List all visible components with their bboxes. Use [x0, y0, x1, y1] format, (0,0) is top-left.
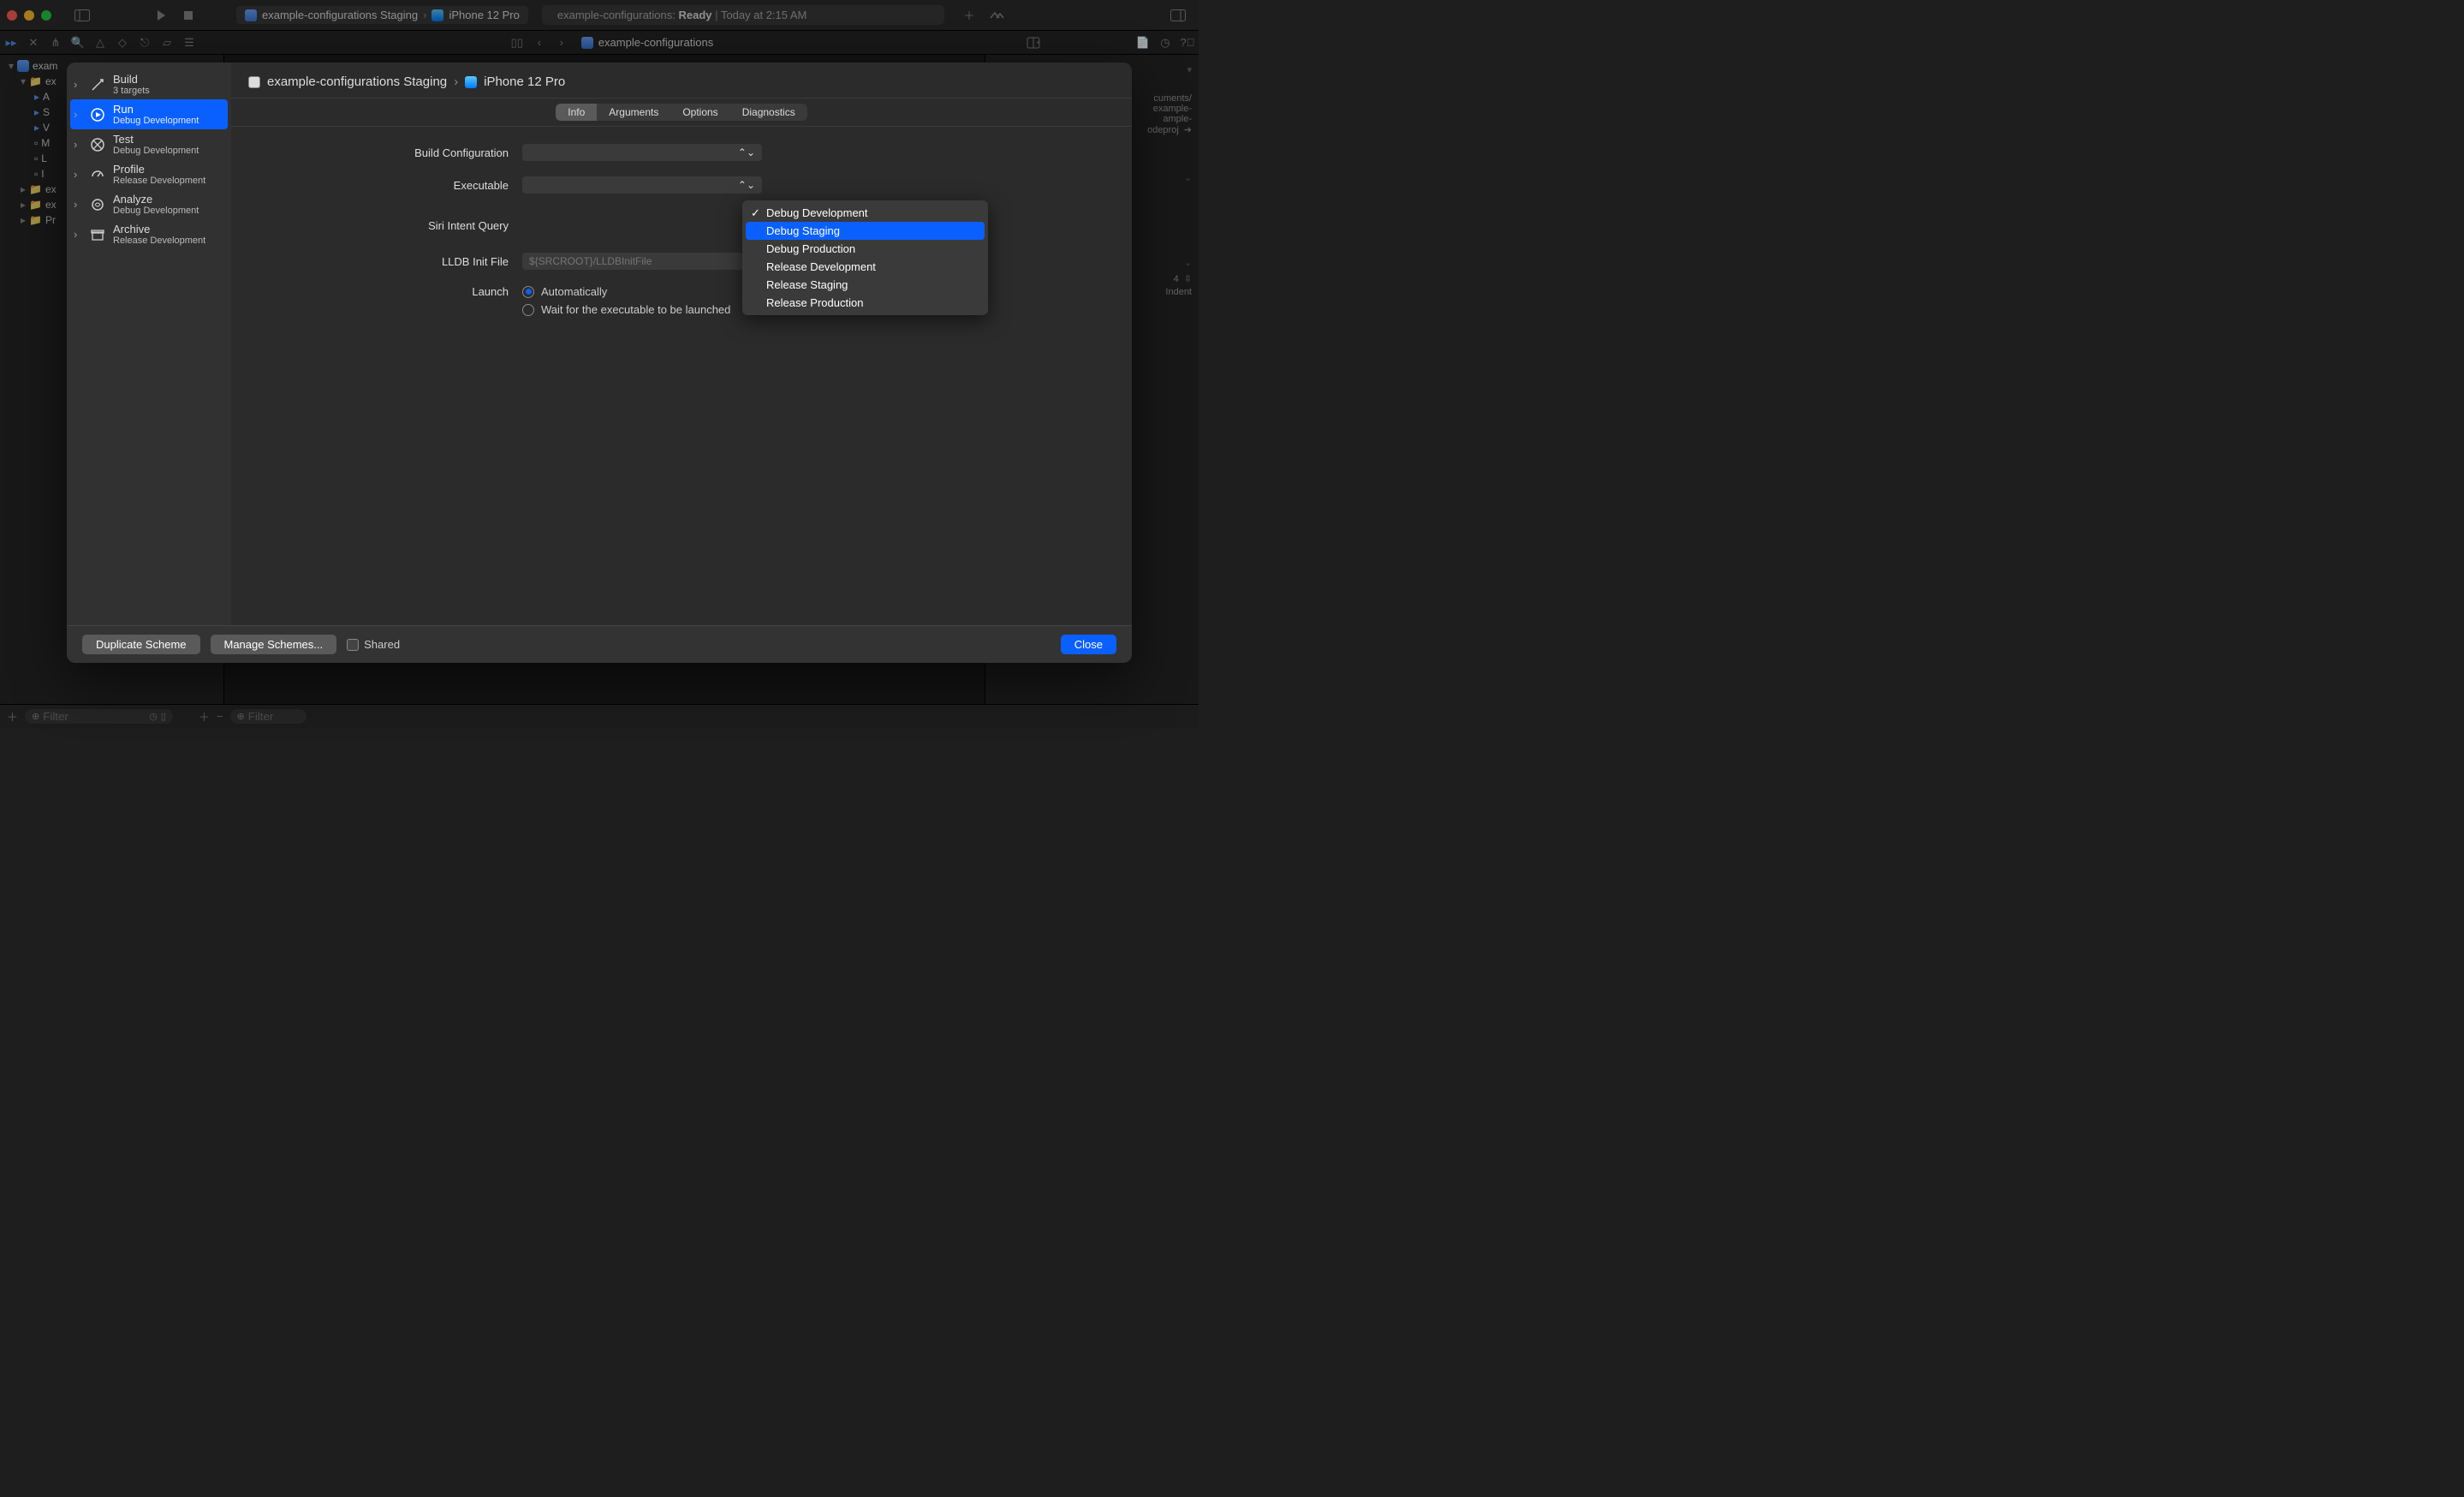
test-icon	[89, 136, 106, 153]
dropdown-item[interactable]: Debug Staging	[746, 222, 985, 240]
build-icon	[89, 76, 106, 93]
tab-info[interactable]: Info	[556, 104, 597, 121]
shared-label: Shared	[364, 638, 400, 651]
action-profile[interactable]: › ProfileRelease Development	[67, 159, 231, 189]
launch-auto-radio[interactable]: Automatically	[522, 285, 730, 298]
dropdown-item[interactable]: Debug Production	[746, 240, 985, 258]
build-config-label: Build Configuration	[265, 146, 522, 159]
lldb-label: LLDB Init File	[265, 255, 522, 268]
chevron-right-icon: ›	[74, 198, 82, 211]
scheme-enable-checkbox[interactable]	[248, 76, 260, 88]
dropdown-item[interactable]: Release Development	[746, 258, 985, 276]
updown-chevron-icon: ⌃⌄	[738, 146, 755, 158]
updown-chevron-icon: ⌃⌄	[738, 179, 755, 191]
chevron-right-icon: ›	[74, 108, 82, 121]
lldb-init-input[interactable]	[522, 253, 743, 270]
tab-diagnostics[interactable]: Diagnostics	[730, 104, 807, 121]
dropdown-item[interactable]: Release Production	[746, 294, 985, 312]
dropdown-item[interactable]: Debug Development	[746, 204, 985, 222]
chevron-right-icon: ›	[74, 168, 82, 181]
scheme-tab-bar: Info Arguments Options Diagnostics	[231, 98, 1132, 127]
scheme-action-list: › Build3 targets › RunDebug Development …	[67, 63, 231, 625]
launch-label: Launch	[265, 285, 522, 298]
build-config-dropdown: Debug Development Debug Staging Debug Pr…	[742, 200, 988, 315]
chevron-right-icon: ›	[74, 228, 82, 241]
archive-icon	[89, 226, 106, 243]
device-icon	[465, 76, 477, 88]
shared-checkbox[interactable]	[347, 639, 359, 651]
scheme-main-panel: example-configurations Staging › iPhone …	[231, 63, 1132, 625]
action-archive[interactable]: › ArchiveRelease Development	[67, 219, 231, 249]
radio-on-icon	[522, 286, 534, 298]
executable-select[interactable]: ⌃⌄	[522, 176, 762, 194]
chevron-right-icon: ›	[74, 78, 82, 91]
launch-wait-label: Wait for the executable to be launched	[541, 303, 730, 316]
tab-options[interactable]: Options	[670, 104, 729, 121]
scheme-form: Build Configuration ⌃⌄ Executable ⌃⌄ Sir…	[231, 127, 1132, 354]
duplicate-scheme-button[interactable]: Duplicate Scheme	[82, 635, 200, 654]
executable-label: Executable	[265, 179, 522, 192]
launch-auto-label: Automatically	[541, 285, 607, 298]
breadcrumb-scheme: example-configurations Staging	[267, 75, 447, 89]
action-run[interactable]: › RunDebug Development	[70, 99, 228, 129]
manage-schemes-button[interactable]: Manage Schemes...	[211, 635, 337, 654]
build-config-select[interactable]: ⌃⌄	[522, 144, 762, 161]
radio-off-icon	[522, 304, 534, 316]
launch-wait-radio[interactable]: Wait for the executable to be launched	[522, 303, 730, 316]
action-build[interactable]: › Build3 targets	[67, 69, 231, 99]
scheme-breadcrumb[interactable]: example-configurations Staging › iPhone …	[231, 63, 1132, 98]
scheme-editor: › Build3 targets › RunDebug Development …	[67, 63, 1132, 663]
action-analyze[interactable]: › AnalyzeDebug Development	[67, 189, 231, 219]
chevron-right-icon: ›	[74, 138, 82, 151]
close-button[interactable]: Close	[1061, 635, 1116, 654]
scheme-footer: Duplicate Scheme Manage Schemes... Share…	[67, 625, 1132, 663]
siri-label: Siri Intent Query	[265, 219, 522, 232]
profile-icon	[89, 166, 106, 183]
breadcrumb-device: iPhone 12 Pro	[484, 75, 565, 89]
play-icon	[89, 106, 106, 123]
tab-arguments[interactable]: Arguments	[597, 104, 670, 121]
dropdown-item[interactable]: Release Staging	[746, 276, 985, 294]
action-test[interactable]: › TestDebug Development	[67, 129, 231, 159]
analyze-icon	[89, 196, 106, 213]
